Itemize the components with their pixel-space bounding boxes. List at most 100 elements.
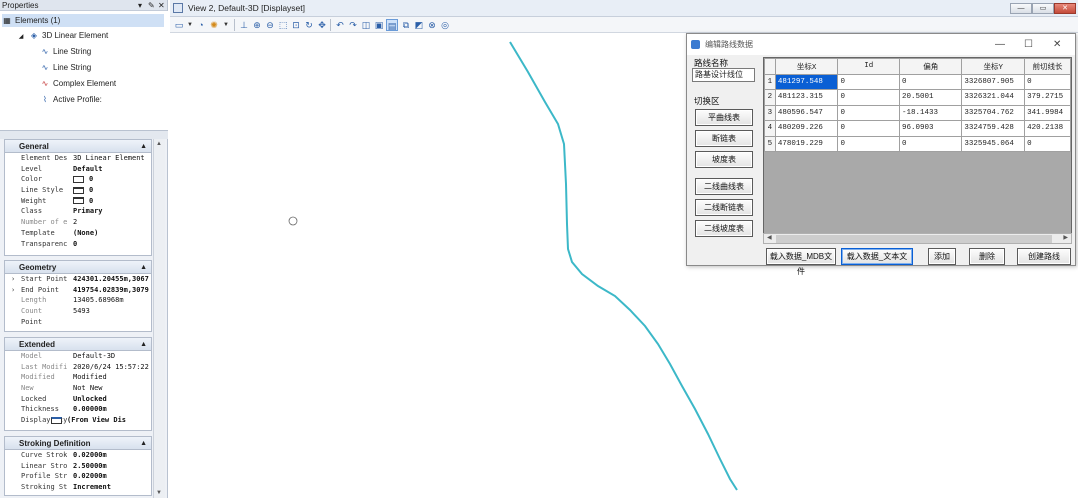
tree-item-elements[interactable]: ▦ Elements (1) [2, 14, 164, 27]
tree-item-active-profile[interactable]: ⌇ Active Profile: [40, 93, 102, 106]
property-row[interactable]: Color 0 [5, 174, 151, 185]
table-cell[interactable]: 420.2138 [1024, 120, 1071, 137]
scroll-up-icon[interactable]: ▲ [156, 141, 162, 147]
property-row[interactable]: › End Point 419754.02839m,3079 [5, 285, 151, 296]
restore-button[interactable]: ▭ [1032, 3, 1054, 14]
property-row[interactable]: Class Primary [5, 206, 151, 217]
table-cell[interactable]: 3324759.428 [961, 120, 1026, 137]
property-row[interactable]: Count 5493 [5, 306, 151, 317]
levels-icon[interactable]: ⊥ [238, 19, 250, 31]
dialog-title-bar[interactable]: 编辑路线数据 — ☐ ✕ [687, 34, 1075, 55]
collapse-icon[interactable]: ▲ [140, 338, 147, 351]
tree-item-complex-element[interactable]: ∿ Complex Element [40, 77, 117, 90]
table-cell[interactable]: 3325945.064 [961, 135, 1026, 152]
scroll-down-icon[interactable]: ▼ [156, 490, 162, 496]
table-cell[interactable]: 3326807.905 [961, 73, 1026, 90]
table-cell[interactable]: 3325704.762 [961, 104, 1026, 121]
minimize-button[interactable]: — [995, 34, 1005, 55]
pin-icon[interactable]: ✎ [148, 0, 155, 11]
table-cell[interactable]: 0 [837, 120, 901, 137]
table-cell[interactable]: 0 [837, 104, 901, 121]
table-row[interactable]: 3 480596.547 0 -18.1433 3325704.762 341.… [764, 104, 1071, 121]
property-row[interactable]: Level Default [5, 164, 151, 175]
route-name-input[interactable]: 路基设计线位 [692, 68, 755, 82]
property-row[interactable]: Display Sty (From View Dis [5, 415, 151, 426]
property-row[interactable]: › Start Point 424301.20455m,3067 [5, 274, 151, 285]
property-row[interactable]: Line Style 0 [5, 185, 151, 196]
property-row[interactable]: Linear Stro 2.50000m [5, 461, 151, 472]
property-row[interactable]: Transparenc 0 [5, 239, 151, 250]
add-button[interactable]: 添加 [928, 248, 956, 265]
property-row[interactable]: Profile Str 0.02000m [5, 471, 151, 482]
property-row[interactable]: New Not New [5, 383, 151, 394]
property-row[interactable]: Point [5, 317, 151, 328]
dropdown-icon[interactable]: ▼ [220, 19, 232, 31]
column-header[interactable]: Id [837, 58, 901, 75]
table-cell[interactable]: 0 [899, 73, 963, 90]
copy-view-icon[interactable]: ⊗ [426, 19, 438, 31]
delete-button[interactable]: 删除 [969, 248, 1005, 265]
maximize-button[interactable]: ☐ [1024, 34, 1033, 55]
clip-volume-icon[interactable]: ⧉ [400, 19, 412, 31]
table-cell[interactable]: 481123.315 [774, 89, 839, 106]
zoom-out-icon[interactable]: ⊖ [264, 19, 276, 31]
tree-item-line-string[interactable]: ∿ Line String [40, 45, 92, 58]
load-text-button[interactable]: 载入数据_文本文 [841, 248, 913, 265]
section-header[interactable]: Stroking Definition ▲ [5, 437, 151, 450]
close-icon[interactable]: ✕ [158, 0, 165, 11]
lighting-icon[interactable]: ✺ [208, 19, 220, 31]
grid-horizontal-scrollbar[interactable]: ◀ ▶ [763, 233, 1072, 244]
close-button[interactable]: ✕ [1053, 34, 1061, 55]
table-row[interactable]: 5 478019.229 0 0 3325945.064 0 [764, 135, 1071, 152]
collapse-icon[interactable]: ▲ [140, 437, 147, 450]
standard-view-icon[interactable]: ◫ [360, 19, 372, 31]
display-style-icon[interactable]: ◔ [195, 19, 207, 31]
table-row[interactable]: 2 481123.315 0 20.5001 3326321.044 379.2… [764, 89, 1071, 106]
property-row[interactable]: Locked Unlocked [5, 394, 151, 405]
second-line-curve-table-button[interactable]: 二线曲线表 [695, 178, 753, 195]
collapse-icon[interactable]: ◢ [16, 31, 26, 44]
property-row[interactable]: Element Des 3D Linear Element [5, 153, 151, 164]
property-row[interactable]: Curve Strok 0.02000m [5, 450, 151, 461]
table-row[interactable]: 1 481297.548 0 0 3326807.905 0 [764, 73, 1071, 90]
table-cell[interactable]: 0 [837, 89, 901, 106]
minimize-button[interactable]: — [1010, 3, 1032, 14]
scrollbar-thumb[interactable] [776, 235, 1052, 243]
pan-view-icon[interactable]: ✥ [316, 19, 328, 31]
expand-icon[interactable]: › [11, 274, 15, 285]
view-next-icon[interactable]: ↷ [347, 19, 359, 31]
slope-table-button[interactable]: 坡度表 [695, 151, 753, 168]
scroll-left-icon[interactable]: ◀ [767, 234, 772, 243]
tree-item-line-string[interactable]: ∿ Line String [40, 61, 92, 74]
clip-mask-icon[interactable]: ◩ [413, 19, 425, 31]
property-row[interactable]: Template (None) [5, 228, 151, 239]
load-mdb-button[interactable]: 载入数据_MDB文件 [766, 248, 836, 276]
display-set-icon[interactable]: ◎ [439, 19, 451, 31]
table-cell[interactable]: 0 [1024, 73, 1071, 90]
close-button[interactable]: ✕ [1054, 3, 1076, 14]
column-header[interactable]: 偏角 [899, 58, 963, 75]
zoom-in-icon[interactable]: ⊕ [251, 19, 263, 31]
view-previous-icon[interactable]: ↶ [334, 19, 346, 31]
table-cell[interactable]: 20.5001 [899, 89, 963, 106]
table-cell[interactable]: 0 [1024, 135, 1071, 152]
view-title-bar[interactable]: View 2, Default-3D [Displayset] — ▭ ✕ [170, 0, 1078, 17]
properties-scrollbar[interactable]: ▲ ▼ [153, 139, 165, 498]
camera-icon[interactable]: ▣ [373, 19, 385, 31]
section-header[interactable]: General ▲ [5, 140, 151, 153]
property-row[interactable]: Weight 0 [5, 196, 151, 207]
panel-splitter[interactable] [0, 131, 168, 139]
second-line-chain-table-button[interactable]: 二线断链表 [695, 199, 753, 216]
section-header[interactable]: Geometry ▲ [5, 261, 151, 274]
horizontal-curve-table-button[interactable]: 平曲线表 [695, 109, 753, 126]
table-cell[interactable]: 3326321.044 [961, 89, 1026, 106]
column-header[interactable]: 前切线长 [1024, 58, 1071, 75]
collapse-icon[interactable]: ▲ [140, 140, 147, 153]
table-cell[interactable]: -18.1433 [899, 104, 963, 121]
property-row[interactable]: Thickness 0.00000m [5, 404, 151, 415]
property-row[interactable]: Model Default-3D [5, 351, 151, 362]
property-row[interactable]: Number of e2 [5, 217, 151, 228]
tree-item-3d-linear-element[interactable]: ◢ ◈ 3D Linear Element [16, 29, 109, 44]
table-cell[interactable]: 0 [899, 135, 963, 152]
scroll-right-icon[interactable]: ▶ [1063, 234, 1068, 243]
